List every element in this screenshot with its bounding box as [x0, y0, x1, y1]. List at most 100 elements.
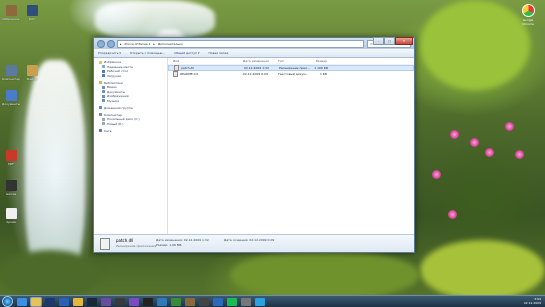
shortcut-icon [5, 208, 17, 219]
desktop-shortcut[interactable]: Games [1, 180, 21, 196]
taskbar-gamepad-icon[interactable] [115, 297, 125, 306]
nav-item-label: Локальный диск (C:) [107, 117, 140, 121]
system-clock[interactable]: 3:09 02.12.2009 [524, 297, 541, 305]
file-row[interactable]: README.txt 02.12.2009 0:09 Текстовый докум… [168, 70, 414, 77]
taskbar-steam-icon[interactable] [87, 297, 97, 306]
nav-item-label: Компьютер [104, 112, 122, 117]
open-with-button[interactable]: Открыть с помощью... [130, 51, 165, 55]
taskbar-settings-icon[interactable] [241, 297, 251, 306]
dll-file-icon [100, 238, 110, 250]
nav-item-icon [102, 69, 105, 73]
column-header-type[interactable]: Тип [278, 59, 310, 63]
nav-item-icon [102, 65, 105, 68]
forward-button[interactable] [107, 39, 115, 48]
shortcut-icon [5, 65, 17, 76]
nav-item-label: Музыка [107, 98, 119, 103]
taskbar-game-icon[interactable] [171, 297, 181, 306]
rhododendron-flower [450, 130, 459, 139]
taskbar-tool-icon[interactable] [185, 297, 195, 306]
nav-item-icon [99, 60, 102, 64]
desktop-shortcut-label: Архив [6, 220, 16, 224]
nav-item[interactable]: Видео [99, 85, 167, 89]
taskbar-word-icon[interactable] [59, 297, 69, 306]
taskbar-ie-icon[interactable] [17, 297, 27, 306]
desktop-shortcut-chrome[interactable]: Google Chrome [519, 4, 537, 26]
breadcrumb-item[interactable]: Prince of Persia 1 [125, 42, 151, 46]
explorer-window[interactable]: ▸ Prince of Persia 1 ▸ Дополнительно Пои… [93, 37, 415, 253]
address-bar[interactable]: ▸ Prince of Persia 1 ▸ Дополнительно [117, 39, 364, 48]
nav-item[interactable]: Загрузки [99, 74, 167, 78]
nav-item-label: Избранное [104, 60, 122, 64]
desktop-shortcut[interactable]: DAT [22, 5, 42, 21]
nav-item[interactable]: Домашняя группа [99, 106, 167, 110]
file-name: README.txt [168, 70, 243, 77]
close-button[interactable]: ✕ [395, 37, 413, 45]
nav-item-icon [102, 122, 105, 125]
taskbar-chrome-icon[interactable] [73, 297, 83, 306]
nav-item[interactable]: Недавние места [99, 65, 167, 69]
nav-item[interactable]: Избранное [99, 60, 167, 64]
desktop-shortcut[interactable]: Документы [1, 90, 21, 106]
desktop-shortcut-label: Файлы [26, 77, 38, 81]
taskbar-monitor-icon[interactable] [157, 297, 167, 306]
nav-item-label: Загрузки [107, 73, 122, 78]
desktop-shortcut[interactable]: Архив [1, 208, 21, 224]
breadcrumb-item[interactable]: Дополнительно [158, 42, 183, 46]
taskbar-media-icon[interactable] [101, 297, 111, 306]
file-list[interactable]: Имя Дата изменения Тип Размер patch.dll 0… [168, 58, 414, 234]
desktop-shortcut[interactable]: Избранное [1, 5, 21, 21]
minimize-button[interactable]: – [373, 37, 384, 45]
file-date: 02.12.2009 1:32 [244, 66, 269, 70]
taskbar-unity-icon[interactable] [199, 297, 209, 306]
window-controls: – □ ✕ [373, 37, 413, 45]
nav-item[interactable]: Документы [99, 90, 167, 94]
start-button[interactable] [2, 296, 13, 307]
column-header-name[interactable]: Имя [168, 59, 243, 63]
chrome-icon [521, 4, 535, 17]
taskbar-terminal-icon[interactable] [143, 297, 153, 306]
taskbar-explorer-icon[interactable] [30, 296, 42, 307]
nav-item[interactable]: Рабочий стол [99, 69, 167, 73]
desktop-shortcut[interactable]: Файлы [22, 65, 42, 81]
desktop-shortcut-label: Games [5, 192, 17, 196]
maximize-button[interactable]: □ [384, 37, 395, 45]
organize-button[interactable]: Упорядочить ▾ [98, 51, 121, 55]
shortcut-icon [5, 180, 17, 191]
nav-item[interactable]: Локальный диск (C:) [99, 117, 167, 121]
shortcut-icon [5, 150, 17, 161]
navigation-pane[interactable]: Избранное Недавние места Рабочий стол Загру… [94, 58, 168, 234]
taskbar-photoshop-icon[interactable] [45, 297, 55, 306]
column-header-size[interactable]: Размер [310, 59, 327, 63]
nav-item[interactable]: Компьютер [99, 113, 167, 117]
taskbar-telegram-icon[interactable] [255, 297, 265, 306]
details-size: Размер: 1,06 МБ [156, 243, 182, 247]
back-button[interactable] [97, 39, 105, 48]
shortcut-icon [5, 5, 17, 16]
desktop-shortcut-label: Избранное [2, 17, 20, 21]
nav-item[interactable]: Новый (E:) [99, 122, 167, 126]
nav-item[interactable]: Изображения [99, 94, 167, 98]
nav-item-icon [102, 74, 105, 77]
nav-item[interactable]: Библиотеки [99, 81, 167, 85]
details-modified: Дата изменения: 02.12.2009 1:32 [156, 238, 209, 242]
nav-item[interactable]: Сеть [99, 129, 167, 133]
new-folder-button[interactable]: Новая папка [209, 51, 229, 55]
details-pane: patch.dll Расширение приложения Дата изм… [94, 234, 414, 252]
taskbar-vs-icon[interactable] [129, 297, 139, 306]
taskbar-brackets-icon[interactable] [213, 297, 223, 306]
rhododendron-flower [515, 150, 524, 159]
nav-item[interactable]: Музыка [99, 99, 167, 103]
column-header-date[interactable]: Дата изменения [243, 59, 278, 63]
file-type: Расширение прил... [279, 66, 311, 70]
command-bar: Упорядочить ▾ Открыть с помощью... Общий… [94, 49, 414, 58]
file-size: 1 КБ [319, 71, 327, 76]
desktop-shortcut-label: DAT [29, 17, 35, 21]
desktop-shortcut[interactable]: PDF [1, 150, 21, 166]
desktop-shortcut[interactable]: Компьютер [1, 65, 21, 81]
taskbar-spotify-icon[interactable] [227, 297, 237, 306]
desktop-shortcut-label: Документы [2, 102, 20, 106]
nav-item-label: Рабочий стол [107, 69, 129, 73]
nav-item-icon [99, 129, 102, 132]
taskbar: 3:09 02.12.2009 [0, 295, 545, 307]
share-button[interactable]: Общий доступ ▾ [174, 51, 199, 55]
